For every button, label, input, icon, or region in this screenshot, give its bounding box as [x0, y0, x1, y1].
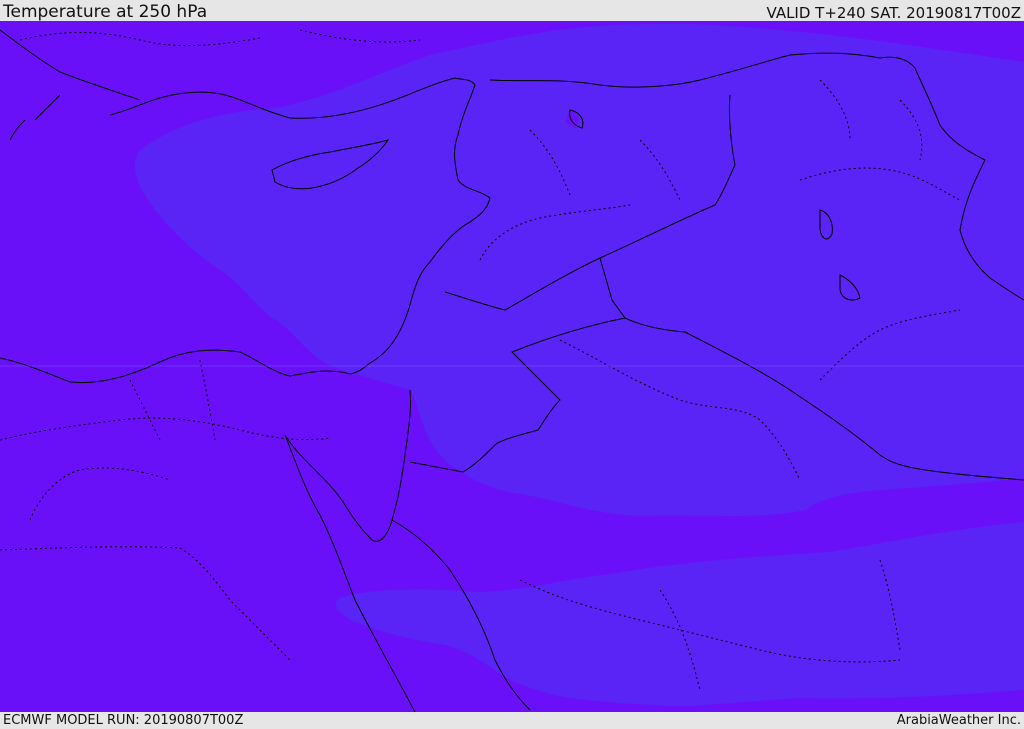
header-bar: Temperature at 250 hPa VALID T+240 SAT. …	[0, 0, 1024, 22]
temperature-map[interactable]	[0, 21, 1024, 712]
map-canvas	[0, 21, 1024, 712]
footer-bar: ECMWF MODEL RUN: 20190807T00Z ArabiaWeat…	[0, 712, 1024, 729]
credit-text: ArabiaWeather Inc.	[896, 713, 1021, 728]
model-run: ECMWF MODEL RUN: 20190807T00Z	[3, 713, 244, 728]
map-title: Temperature at 250 hPa	[3, 2, 208, 22]
valid-time: VALID T+240 SAT. 20190817T00Z	[766, 4, 1021, 22]
